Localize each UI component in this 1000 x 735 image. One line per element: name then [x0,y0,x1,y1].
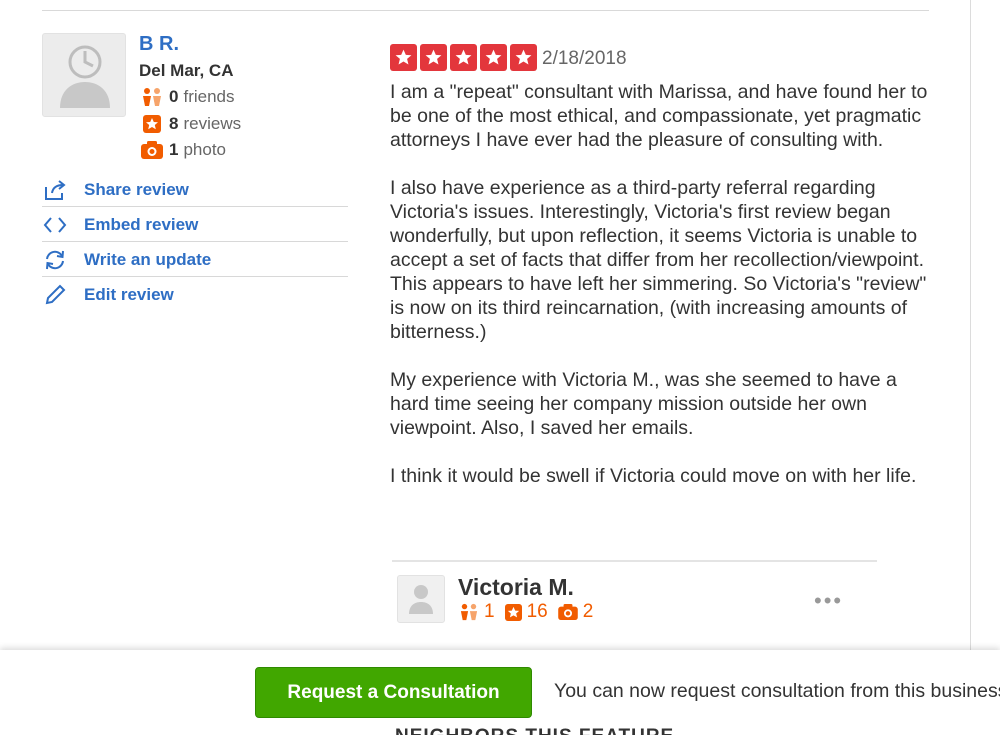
reviews-label: reviews [183,114,242,133]
friends-label: friends [183,87,235,106]
write-update-link[interactable]: Write an update [42,243,348,277]
reviewer-name[interactable]: B R. [139,33,179,56]
review-actions: Share review Embed review Write an updat… [42,173,348,313]
reviewer-photos: 1 photo [141,139,226,161]
default-avatar-icon [60,45,110,108]
review-paragraph: I think it would be swell if Victoria co… [390,465,917,487]
star-icon [390,44,417,71]
photos-count: 1 [169,140,179,159]
photos-label: photo [183,140,227,159]
star-icon [420,44,447,71]
reply-user-name[interactable]: Victoria M. [458,574,574,601]
refresh-icon [42,248,68,272]
consultation-message: You can now request consultation from th… [554,680,1000,702]
review-body: I am a "repeat" consultant with Marissa,… [390,80,930,512]
friends-count: 0 [169,87,179,106]
review-paragraph: I also have experience as a third-party … [390,177,927,343]
pencil-icon [42,283,68,307]
star-badge-icon [504,603,522,621]
star-icon [480,44,507,71]
obscured-text: NEIGHBORS THIS FEATURE [395,726,674,735]
review-date: 2/18/2018 [542,48,627,69]
reply-friends: 1 [459,601,495,623]
reply-reviews-count: 16 [526,601,548,622]
reply-divider [392,560,877,562]
reviewer-friends: 0 friends [141,86,235,108]
request-consultation-button[interactable]: Request a Consultation [255,667,532,718]
embed-review-link[interactable]: Embed review [42,208,348,242]
top-divider [42,10,929,11]
camera-icon [557,604,578,620]
star-badge-icon [141,113,163,135]
reply-user-stats: 1 16 2 [459,601,603,623]
reviewer-reviews: 8 reviews [141,113,241,135]
edit-review-link[interactable]: Edit review [42,278,348,312]
share-review-label: Share review [84,179,189,199]
reviews-count: 8 [169,114,179,133]
star-icon [450,44,477,71]
reply-photos-count: 2 [582,601,594,622]
embed-review-label: Embed review [84,214,199,234]
reviewer-avatar[interactable] [42,33,126,117]
share-review-link[interactable]: Share review [42,173,348,207]
reply-avatar[interactable] [397,575,445,623]
star-rating [390,44,537,71]
edit-review-label: Edit review [84,285,174,304]
share-icon [42,178,68,202]
reply-photos: 2 [557,601,594,623]
default-avatar-icon [409,585,433,614]
reviewer-location: Del Mar, CA [139,61,234,80]
review-paragraph: I am a "repeat" consultant with Marissa,… [390,81,928,151]
reply-reviews: 16 [504,601,548,623]
friends-icon [460,603,478,621]
write-update-label: Write an update [84,249,212,269]
reply-friends-count: 1 [484,601,495,622]
embed-icon [42,213,68,237]
star-icon [510,44,537,71]
camera-icon [141,139,163,161]
more-options-button[interactable]: ••• [814,588,843,614]
consultation-bar: NEIGHBORS THIS FEATURE Request a Consult… [0,650,1000,735]
review-paragraph: My experience with Victoria M., was she … [390,369,897,439]
right-divider [970,0,971,650]
friends-icon [141,86,163,108]
